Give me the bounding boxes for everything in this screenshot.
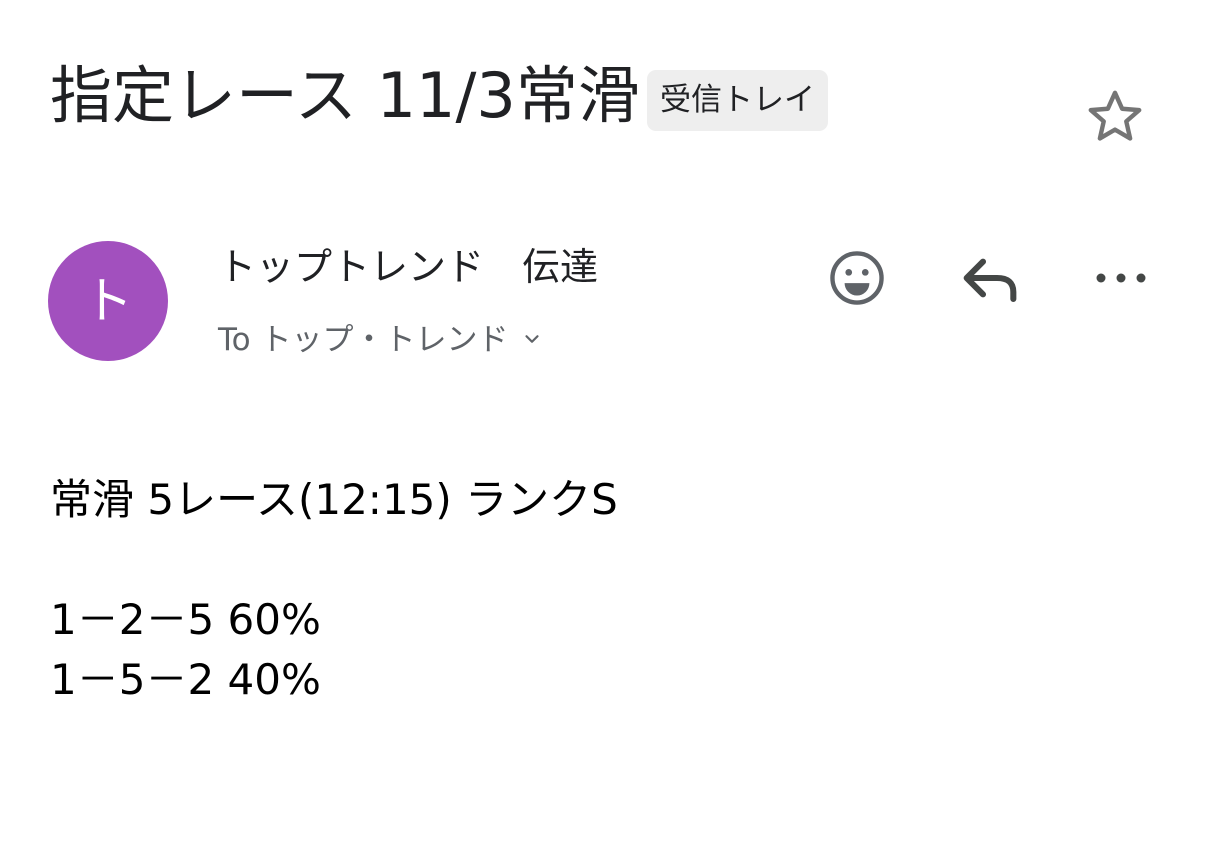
smiley-icon <box>830 251 884 305</box>
sender-avatar[interactable]: ト <box>48 241 168 361</box>
sender-name[interactable]: トップトレンド 伝達 <box>218 243 598 291</box>
more-options-button[interactable] <box>1090 260 1152 296</box>
star-button[interactable] <box>1082 84 1148 150</box>
chevron-down-icon <box>524 335 539 343</box>
body-line-race-info: 常滑 5レース(12:15) ランクS <box>50 475 618 524</box>
body-line-prediction-2: 1－5－2 40% <box>50 655 321 704</box>
body-line-prediction-1: 1－2－5 60% <box>50 595 321 644</box>
more-horizontal-icon <box>1096 273 1146 283</box>
emoji-reaction-button[interactable] <box>826 247 888 309</box>
recipients-text: To トップ・トレンド <box>218 321 509 358</box>
star-outline-icon <box>1088 90 1142 141</box>
reply-arrow-icon <box>963 258 1017 303</box>
inbox-label-chip[interactable]: 受信トレイ <box>647 70 828 131</box>
recipients-toggle[interactable]: To トップ・トレンド <box>218 313 543 359</box>
email-subject: 指定レース 11/3常滑 <box>50 59 640 132</box>
reply-button[interactable] <box>957 250 1023 306</box>
